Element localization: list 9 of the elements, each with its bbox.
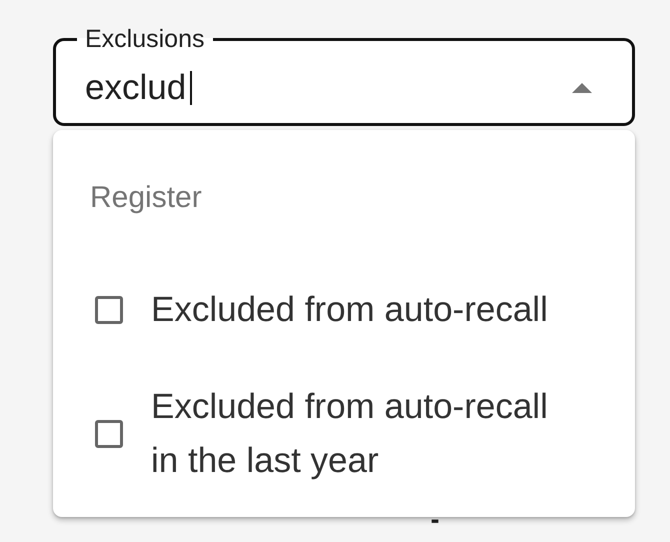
checkbox[interactable] <box>95 296 123 324</box>
text-cursor <box>190 70 192 104</box>
collapse-arrow-icon[interactable] <box>572 82 592 92</box>
dropdown-option[interactable]: Excluded from auto-recall <box>95 283 615 337</box>
text-input[interactable]: exclud <box>85 68 190 108</box>
group-header: Register <box>90 180 203 216</box>
field-label: Exclusions <box>84 24 206 54</box>
checkbox[interactable] <box>95 420 123 448</box>
dropdown-option[interactable]: Excluded from auto-recall in the last year <box>95 380 615 488</box>
